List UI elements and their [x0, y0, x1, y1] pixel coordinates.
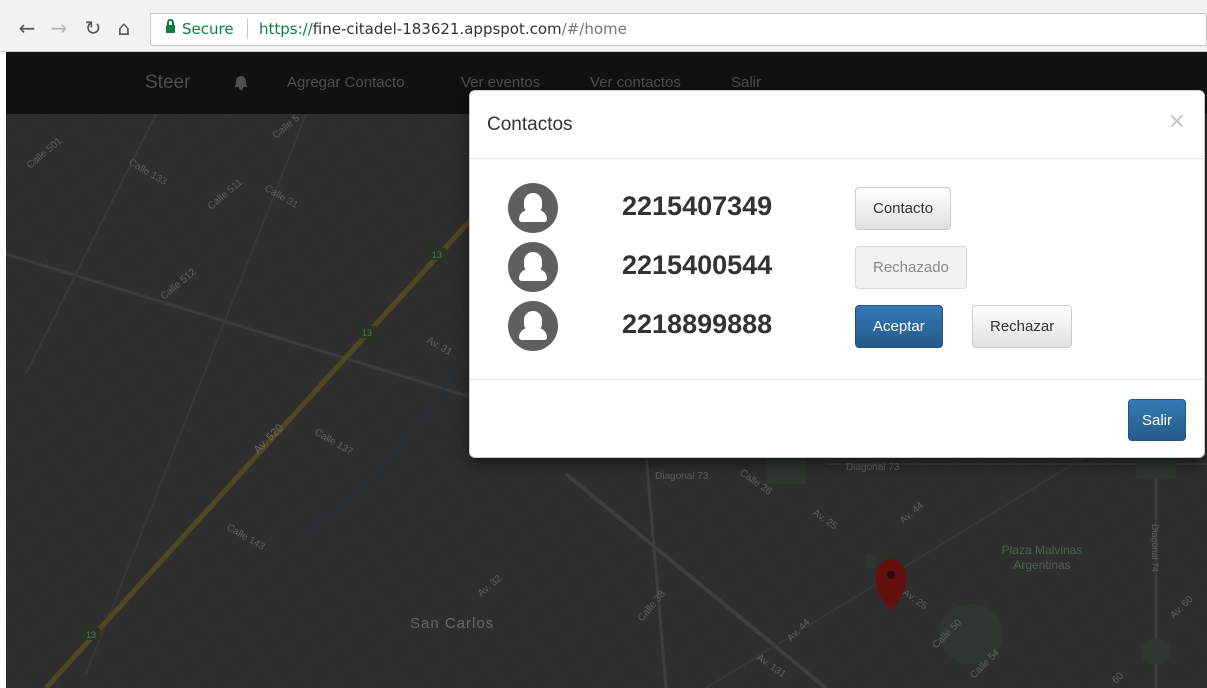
- contact-phone: 2215407349: [622, 191, 773, 221]
- contact-row: 2218899888 Aceptar Rechazar: [470, 297, 1204, 355]
- back-arrow-icon[interactable]: ←: [16, 18, 38, 38]
- contact-row: 2215407349 Contacto: [470, 179, 1204, 237]
- contact-phone: 2218899888: [622, 309, 773, 339]
- close-icon[interactable]: ×: [1168, 109, 1186, 134]
- lock-icon: [166, 19, 175, 35]
- address-bar[interactable]: Secure https://fine-citadel-183621.appsp…: [150, 13, 1207, 46]
- aceptar-button[interactable]: Aceptar: [855, 305, 943, 348]
- salir-button[interactable]: Salir: [1127, 399, 1186, 441]
- contact-phone: 2215400544: [622, 250, 773, 280]
- address-divider: [247, 18, 248, 39]
- modal-title: Contactos: [487, 114, 573, 135]
- forward-arrow-icon[interactable]: →: [48, 18, 70, 38]
- home-icon[interactable]: ⌂: [113, 18, 135, 38]
- modal-footer: Salir: [470, 379, 1204, 459]
- avatar-icon: [508, 242, 558, 292]
- avatar-icon: [508, 301, 558, 351]
- avatar-icon: [508, 183, 558, 233]
- url-text[interactable]: https://fine-citadel-183621.appspot.com/…: [259, 20, 627, 38]
- reload-icon[interactable]: ↻: [82, 18, 104, 38]
- screen: ← → ↻ ⌂ Secure https://fine-citadel-1836…: [0, 0, 1207, 688]
- contacto-button[interactable]: Contacto: [855, 187, 952, 230]
- rechazar-button[interactable]: Rechazar: [972, 305, 1073, 348]
- contact-row: 2215400544 Rechazado: [470, 238, 1204, 296]
- url-scheme: https://: [259, 20, 313, 38]
- browser-toolbar: ← → ↻ ⌂ Secure https://fine-citadel-1836…: [0, 0, 1207, 52]
- modal-header: Contactos ×: [470, 91, 1204, 159]
- secure-label: Secure: [182, 20, 234, 38]
- modal-body: 2215407349 Contacto 2215400544 Rechazado…: [470, 159, 1204, 379]
- url-host: fine-citadel-183621.appspot.com: [312, 20, 562, 38]
- rechazado-button: Rechazado: [855, 246, 967, 289]
- contacts-modal: Contactos × 2215407349 Contacto 22154005…: [469, 90, 1205, 458]
- url-path: /#/home: [561, 20, 627, 38]
